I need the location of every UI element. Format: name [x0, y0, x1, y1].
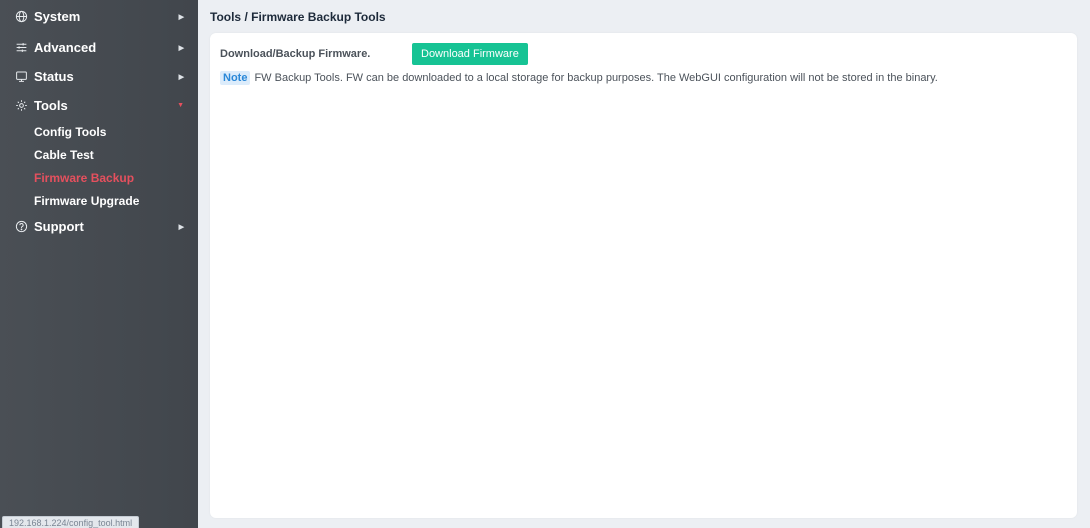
caret-right-icon: ▶	[178, 223, 184, 231]
nav-item-advanced[interactable]: Advanced ▶	[0, 33, 198, 62]
sidebar-item-firmware-backup[interactable]: Firmware Backup	[0, 166, 198, 189]
sidebar-item-cable-test[interactable]: Cable Test	[0, 143, 198, 166]
nav-item-support[interactable]: Support ▶	[0, 212, 198, 241]
caret-right-icon: ▶	[178, 44, 184, 52]
note-line: Note FW Backup Tools. FW can be download…	[220, 71, 938, 85]
nav-item-status[interactable]: Status ▶	[0, 62, 198, 91]
monitor-icon	[14, 70, 28, 84]
note-badge: Note	[220, 71, 251, 85]
nav-item-system[interactable]: System ▶	[0, 0, 198, 33]
breadcrumb: Tools / Firmware Backup Tools	[210, 10, 386, 24]
nav-label: System	[34, 9, 81, 24]
nav-item-tools[interactable]: Tools ▼	[0, 91, 198, 120]
sidebar-item-config-tools[interactable]: Config Tools	[0, 120, 198, 143]
main-content: Tools / Firmware Backup Tools Download/B…	[198, 0, 1090, 528]
help-icon	[14, 220, 28, 234]
download-row: Download/Backup Firmware. Download Firmw…	[220, 43, 528, 65]
globe-icon	[14, 10, 28, 24]
caret-right-icon: ▶	[178, 73, 184, 81]
content-card: Download/Backup Firmware. Download Firmw…	[210, 33, 1077, 518]
note-text: FW Backup Tools. FW can be downloaded to…	[254, 72, 938, 84]
nav-label: Advanced	[34, 40, 97, 55]
nav-label: Tools	[34, 98, 68, 113]
caret-right-icon: ▶	[178, 13, 184, 21]
sliders-icon	[14, 41, 28, 55]
download-firmware-button[interactable]: Download Firmware	[412, 43, 528, 65]
nav-label: Status	[34, 69, 74, 84]
caret-down-icon: ▼	[177, 102, 184, 109]
download-label: Download/Backup Firmware.	[220, 48, 371, 60]
sidebar-item-firmware-upgrade[interactable]: Firmware Upgrade	[0, 189, 198, 212]
gear-icon	[14, 99, 28, 113]
sidebar: System ▶ Advanced ▶ Status ▶ Tools ▼ Con…	[0, 0, 198, 528]
nav-label: Support	[34, 219, 84, 234]
status-bar-url: 192.168.1.224/config_tool.html	[2, 516, 140, 528]
